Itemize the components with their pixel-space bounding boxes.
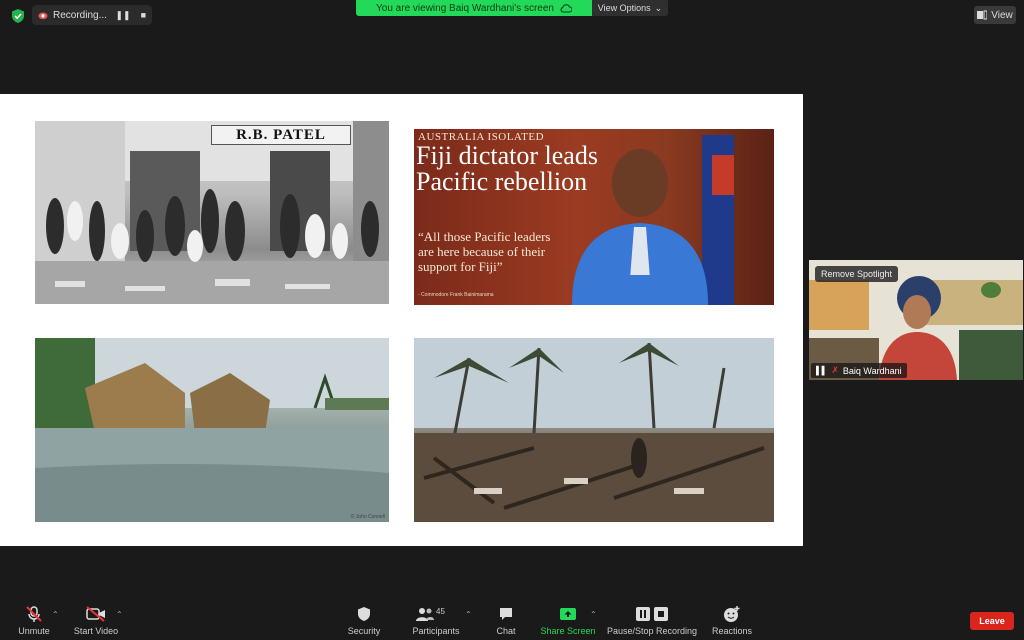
share-banner-text: You are viewing Baiq Wardhani's screen <box>376 2 554 14</box>
unmute-label: Unmute <box>18 626 50 636</box>
cloud-icon <box>560 4 572 13</box>
shield-icon <box>354 605 374 623</box>
participant-name: Baiq Wardhani <box>842 365 902 376</box>
share-screen-button[interactable]: Share Screen <box>538 600 598 640</box>
headline-quote: “All those Pacific leaders are here beca… <box>418 229 551 274</box>
mic-muted-icon: ✗ <box>831 365 839 375</box>
signal-bars-icon: ▌▌ <box>816 366 828 375</box>
view-button[interactable]: View <box>974 6 1016 24</box>
chat-button[interactable]: Chat <box>490 600 522 640</box>
shared-screen-slide: R.B. PATEL AUSTRALIA ISOLATED Fiji dicta… <box>0 94 803 546</box>
photo-cyclone-debris <box>414 338 774 522</box>
participants-label: Participants <box>412 626 460 636</box>
view-options-label: View Options <box>597 3 651 13</box>
view-options-dropdown[interactable]: View Options ⌄ <box>592 0 668 16</box>
pause-icon[interactable]: ❚❚ <box>115 10 130 21</box>
video-off-icon <box>86 605 106 623</box>
share-screen-label: Share Screen <box>540 626 596 636</box>
participant-name-tag: ▌▌ ✗ Baiq Wardhani <box>811 363 907 378</box>
remove-spotlight-button[interactable]: Remove Spotlight <box>815 266 899 282</box>
view-button-label: View <box>991 9 1013 21</box>
participants-caret-icon[interactable]: ⌃ <box>465 610 472 619</box>
chat-bubble-icon <box>496 605 516 623</box>
security-button[interactable]: Security <box>344 600 384 640</box>
leave-button[interactable]: Leave <box>970 612 1014 630</box>
start-video-label: Start Video <box>73 626 119 636</box>
photo-flood-scene <box>35 338 389 522</box>
meeting-toolbar: Unmute ⌃ Start Video ⌃ Security 45 Parti… <box>0 600 1024 640</box>
screen-share-banner: You are viewing Baiq Wardhani's screen <box>356 0 592 16</box>
quote-attribution: - Commodore Frank Bainimarama <box>418 292 494 298</box>
share-options-caret-icon[interactable]: ⌃ <box>590 610 597 619</box>
recording-indicator: Recording... ❚❚ ■ <box>32 5 152 25</box>
photo-debris-scene <box>414 338 774 522</box>
participants-button[interactable]: 45 Participants <box>410 600 462 640</box>
photo-credit: © John Connell <box>350 514 385 520</box>
store-sign: R.B. PATEL <box>211 125 351 145</box>
photo-newspaper-headline: AUSTRALIA ISOLATED Fiji dictator leads P… <box>414 129 774 305</box>
zoom-meeting-window: Recording... ❚❚ ■ You are viewing Baiq W… <box>0 0 1024 640</box>
participants-icon: 45 <box>416 605 456 623</box>
photo-store-scene <box>35 121 389 304</box>
mic-muted-icon <box>24 605 44 623</box>
recording-label: Recording... <box>53 9 107 21</box>
security-label: Security <box>347 626 381 636</box>
chevron-down-icon: ⌄ <box>654 2 663 13</box>
participants-count: 45 <box>436 607 445 616</box>
reactions-label: Reactions <box>711 626 753 636</box>
pause-stop-label: Pause/Stop Recording <box>606 626 698 636</box>
share-screen-icon <box>558 605 578 623</box>
pause-stop-recording-button[interactable]: Pause/Stop Recording <box>604 600 700 640</box>
security-shield-icon[interactable] <box>10 8 26 24</box>
smiley-plus-icon <box>722 605 742 623</box>
photo-store-looting: R.B. PATEL <box>35 121 389 304</box>
reactions-button[interactable]: Reactions <box>710 600 754 640</box>
pause-stop-icon <box>634 605 670 623</box>
chat-label: Chat <box>496 626 516 636</box>
headline-text: Fiji dictator leads Pacific rebellion <box>416 141 598 196</box>
photo-flooded-huts: © John Connell <box>35 338 389 522</box>
start-video-button[interactable]: Start Video <box>70 600 122 640</box>
recording-cloud-icon <box>38 12 48 20</box>
unmute-button[interactable]: Unmute <box>14 600 54 640</box>
view-layout-icon <box>977 10 988 20</box>
audio-options-caret-icon[interactable]: ⌃ <box>52 610 59 619</box>
stop-icon[interactable]: ■ <box>141 10 146 21</box>
spotlight-video-tile[interactable]: Remove Spotlight ▌▌ ✗ Baiq Wardhani <box>809 260 1023 380</box>
video-options-caret-icon[interactable]: ⌃ <box>116 610 123 619</box>
